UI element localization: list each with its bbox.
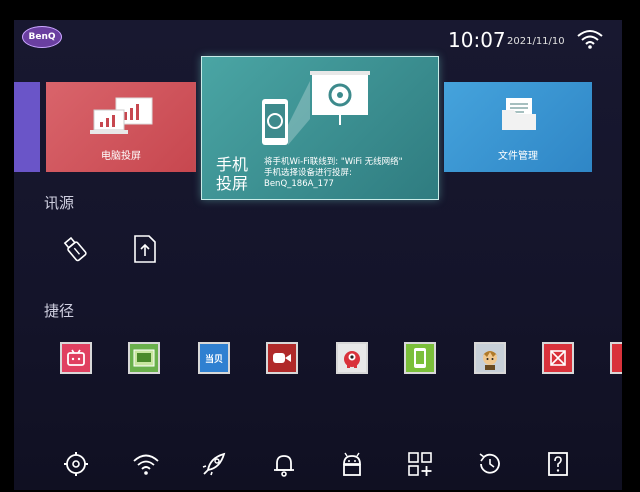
- android-icon[interactable]: [338, 450, 366, 478]
- help-icon[interactable]: [544, 450, 572, 478]
- file-manager-label: 文件管理: [498, 151, 538, 162]
- upload-file-icon[interactable]: [130, 234, 160, 264]
- settings-gear-icon[interactable]: [62, 450, 90, 478]
- character-app-icon[interactable]: [474, 342, 506, 374]
- red-monster-app-icon[interactable]: [336, 342, 368, 374]
- wifi-icon[interactable]: [132, 450, 160, 478]
- phone-projection-title: 手机 投屏: [216, 155, 248, 193]
- folder-document-icon: [500, 96, 538, 132]
- video-player-icon[interactable]: [128, 342, 160, 374]
- instruction-line-1: 将手机Wi-Fi联线到: "WiFi 无线网络": [264, 157, 403, 167]
- device-name: BenQ_186A_177: [264, 179, 334, 189]
- partial-app-icon[interactable]: [610, 342, 622, 374]
- shortcut-section-title: 捷径: [44, 302, 75, 320]
- bilibili-icon[interactable]: [60, 342, 92, 374]
- dangbei-text: 当贝: [204, 354, 223, 365]
- phone-app-icon[interactable]: [404, 342, 436, 374]
- phone-projector-icon: [258, 69, 378, 151]
- bell-icon[interactable]: [270, 450, 298, 478]
- laptop-chart-icon: [84, 96, 160, 140]
- previous-tile-edge[interactable]: [14, 82, 40, 172]
- source-section-title: 讯源: [44, 194, 75, 212]
- rocket-icon[interactable]: [200, 450, 228, 478]
- phone-projection-title-line2: 投屏: [216, 174, 249, 193]
- dangbei-icon[interactable]: 当贝: [198, 342, 230, 374]
- instruction-line-2: 手机选择设备进行投屏:: [264, 168, 352, 178]
- phone-projection-title-line1: 手机: [216, 155, 249, 174]
- video-camera-app-icon[interactable]: [266, 342, 298, 374]
- usb-source-icon[interactable]: [60, 234, 90, 264]
- pc-projection-label: 电脑投屏: [101, 151, 141, 162]
- wifi-status-icon: [576, 28, 604, 50]
- history-icon[interactable]: [476, 450, 504, 478]
- benq-logo: BenQ: [22, 26, 62, 48]
- pc-projection-tile[interactable]: 电脑投屏: [46, 82, 196, 172]
- clock-time: 10:07: [448, 28, 506, 52]
- phone-projection-tile[interactable]: 手机 投屏 将手机Wi-Fi联线到: "WiFi 无线网络" 手机选择设备进行投…: [201, 56, 439, 200]
- phone-projection-instructions: 将手机Wi-Fi联线到: "WiFi 无线网络" 手机选择设备进行投屏: Ben…: [264, 157, 403, 190]
- file-manager-tile[interactable]: 文件管理: [444, 82, 592, 172]
- launcher-screen: BenQ 10:07 2021/11/10 电脑投屏 手机 投屏 将手机Wi-F…: [14, 20, 622, 490]
- clock-date: 2021/11/10: [507, 36, 565, 47]
- apps-add-icon[interactable]: [406, 450, 434, 478]
- wps-icon[interactable]: [542, 342, 574, 374]
- brand-text: BenQ: [28, 32, 56, 42]
